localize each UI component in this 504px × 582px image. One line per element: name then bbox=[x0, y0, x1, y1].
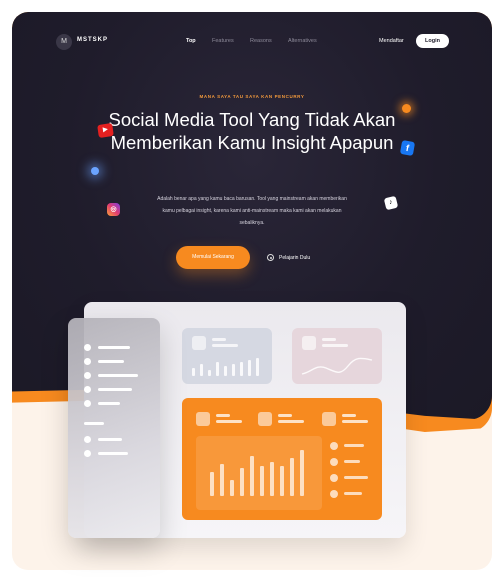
sidebar-line bbox=[98, 402, 120, 405]
brand-name[interactable]: MSTSKP bbox=[77, 37, 108, 43]
chart-bar bbox=[240, 468, 244, 496]
mini-bar bbox=[208, 370, 211, 376]
card-icon-square bbox=[196, 412, 210, 426]
login-button[interactable]: Login bbox=[416, 34, 449, 48]
play-circle-icon[interactable] bbox=[267, 254, 274, 261]
start-now-button[interactable]: Memulai Sekarang bbox=[176, 246, 250, 269]
legend-line bbox=[344, 492, 362, 495]
legend-line bbox=[344, 460, 360, 463]
chart-bar bbox=[250, 456, 254, 496]
chart-bar bbox=[290, 458, 294, 496]
chart-bar bbox=[280, 466, 284, 496]
bar-chart-area bbox=[196, 436, 322, 510]
legend-line bbox=[344, 444, 364, 447]
card-value-line bbox=[322, 344, 348, 347]
card-value-line bbox=[278, 420, 304, 423]
nav-link-top[interactable]: Top bbox=[186, 38, 196, 44]
legend-dot bbox=[330, 474, 338, 482]
card-icon-square bbox=[322, 412, 336, 426]
legend-line bbox=[344, 476, 368, 479]
orange-analytics-card bbox=[182, 398, 382, 520]
card-icon-square bbox=[302, 336, 316, 350]
card-value-line bbox=[212, 344, 238, 347]
mini-bar bbox=[240, 362, 243, 376]
mini-bar bbox=[248, 360, 251, 376]
hero-subtext: Adalah benar apa yang kamu baca barusan.… bbox=[157, 196, 347, 226]
register-link[interactable]: Mendaftar bbox=[379, 38, 404, 44]
sidebar-line bbox=[98, 438, 122, 441]
nav-link-alternatives[interactable]: Alternatives bbox=[288, 38, 317, 44]
sparkline-graphic bbox=[301, 357, 373, 375]
sidebar-line bbox=[98, 388, 132, 391]
sidebar-dot bbox=[84, 400, 91, 407]
blue-glow-dot bbox=[91, 167, 99, 175]
card-label-line bbox=[342, 414, 356, 417]
sidebar-dot bbox=[84, 372, 91, 379]
sidebar-dot bbox=[84, 386, 91, 393]
card-value-line bbox=[342, 420, 368, 423]
card-label-line bbox=[322, 338, 336, 341]
sidebar-dot bbox=[84, 436, 91, 443]
card-label-line bbox=[212, 338, 226, 341]
nav-link-features[interactable]: Features bbox=[212, 38, 234, 44]
card-icon-square bbox=[192, 336, 206, 350]
sidebar-divider-line bbox=[84, 422, 104, 425]
mini-bar bbox=[216, 362, 219, 376]
sidebar-line bbox=[98, 360, 124, 363]
chart-bar bbox=[260, 466, 264, 496]
orange-glow-dot bbox=[402, 104, 411, 113]
mini-bar bbox=[256, 358, 259, 376]
hero-headline: Social Media Tool Yang Tidak Akan Member… bbox=[108, 109, 396, 153]
facebook-icon: f bbox=[399, 139, 416, 157]
chart-bar bbox=[210, 472, 214, 496]
chart-bar bbox=[220, 464, 224, 496]
tiktok-icon: ♪ bbox=[383, 195, 399, 211]
instagram-icon: ◎ bbox=[107, 203, 120, 216]
sidebar-line bbox=[98, 346, 130, 349]
stat-card-line bbox=[292, 328, 382, 384]
mini-bar bbox=[200, 364, 203, 376]
sidebar-dot bbox=[84, 358, 91, 365]
sidebar-dot bbox=[84, 344, 91, 351]
card-icon-square bbox=[258, 412, 272, 426]
legend-dot bbox=[330, 490, 338, 498]
card-label-line bbox=[216, 414, 230, 417]
chart-bar bbox=[300, 450, 304, 496]
glass-sidebar-illustration bbox=[68, 318, 160, 538]
logo-icon[interactable]: M bbox=[56, 34, 72, 50]
mini-bar bbox=[192, 368, 195, 376]
sidebar-line bbox=[98, 452, 128, 455]
stat-card-bars bbox=[182, 328, 272, 384]
learn-first-link[interactable]: Pelajarin Dulu bbox=[279, 255, 310, 261]
card-label-line bbox=[278, 414, 292, 417]
mini-bar bbox=[224, 366, 227, 376]
mini-bar bbox=[232, 364, 235, 376]
sidebar-line bbox=[98, 374, 138, 377]
chart-bar bbox=[230, 480, 234, 496]
sidebar-dot bbox=[84, 450, 91, 457]
card-value-line bbox=[216, 420, 242, 423]
legend-dot bbox=[330, 442, 338, 450]
top-nav: M MSTSKP Top Features Reasons Alternativ… bbox=[12, 12, 492, 72]
youtube-icon: ▶ bbox=[97, 123, 114, 138]
chart-bar bbox=[270, 462, 274, 496]
nav-link-reasons[interactable]: Reasons bbox=[250, 38, 272, 44]
legend-dot bbox=[330, 458, 338, 466]
hero-eyebrow: MANA SAYA TAU SAYA KAN PENCURRY bbox=[199, 94, 305, 99]
